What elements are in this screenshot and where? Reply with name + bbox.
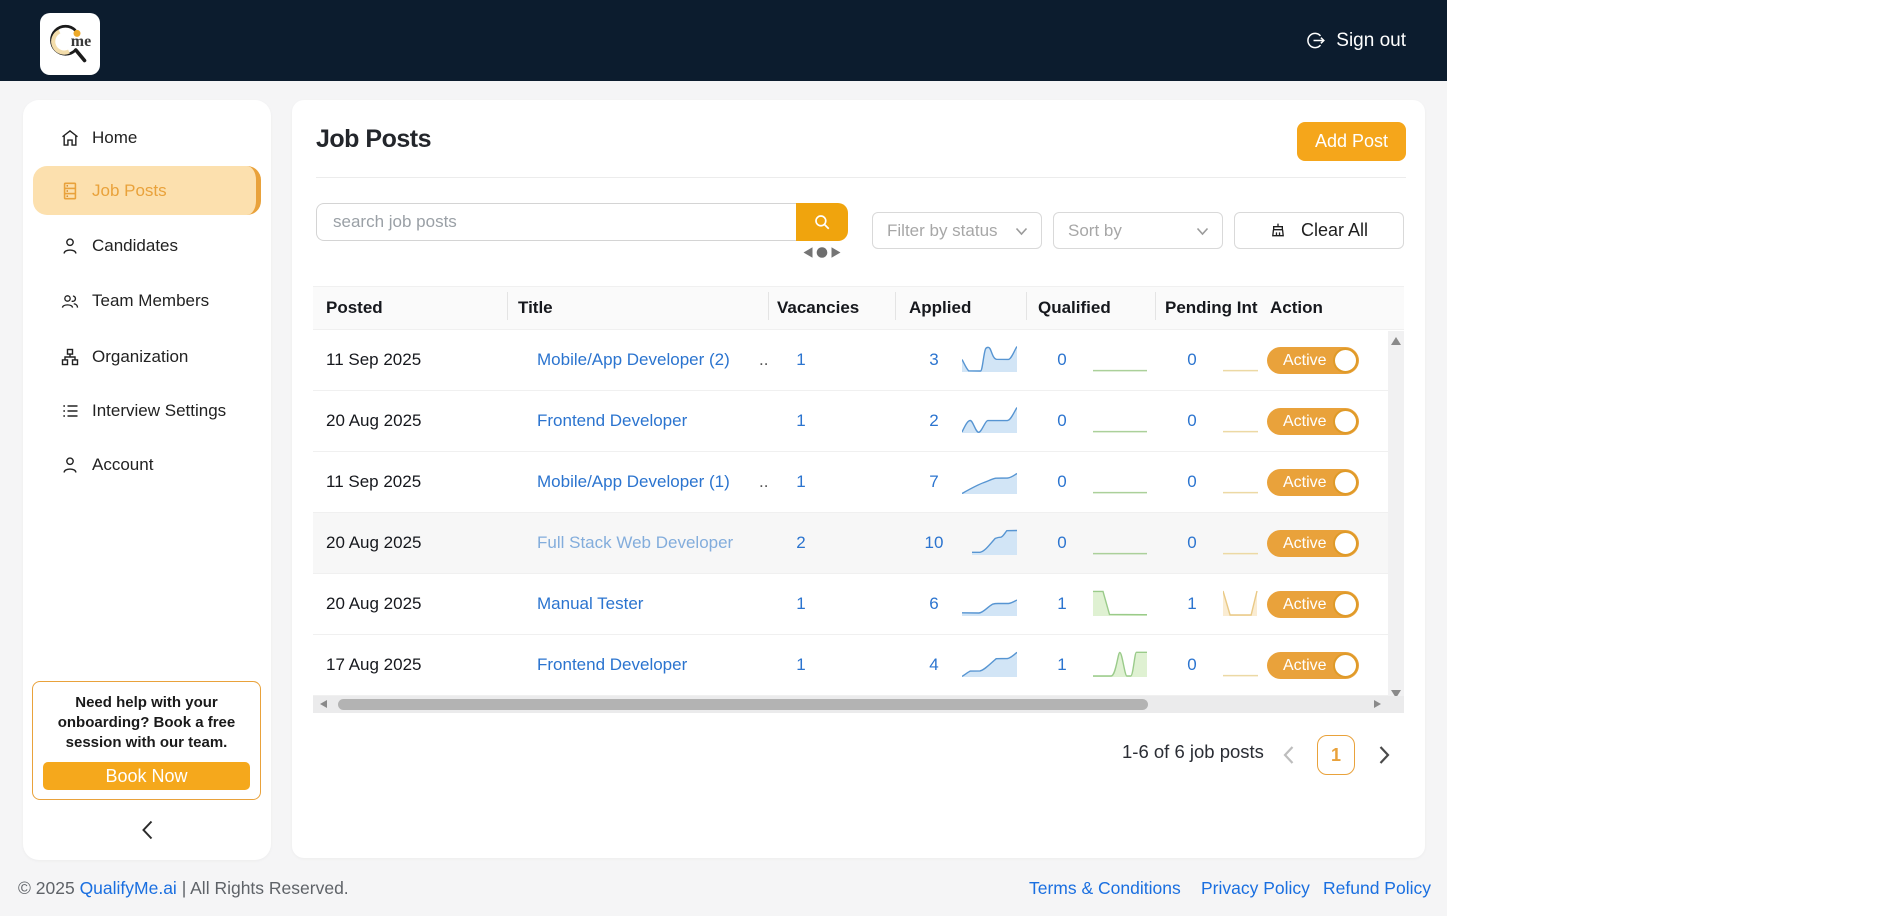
svg-text:me: me <box>71 33 91 50</box>
